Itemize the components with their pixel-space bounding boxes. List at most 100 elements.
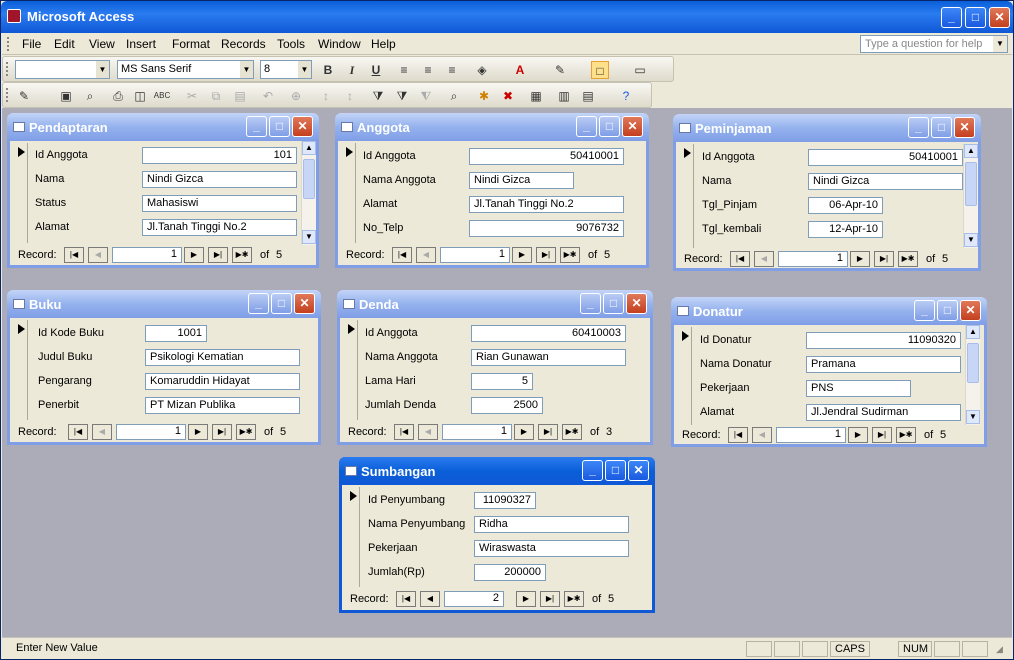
font-size-combo[interactable]: 8 ▼ [260,60,312,79]
menu-format[interactable]: Format [172,37,210,51]
chevron-down-icon[interactable]: ▼ [96,61,109,78]
last-record-button[interactable]: ▶| [872,427,892,443]
alamat-field[interactable]: Jl.Tanah Tinggi No.2 [142,219,297,236]
fill-color-icon[interactable]: ◈ [473,61,491,79]
line-width-icon[interactable]: ▭ [631,61,649,79]
last-record-button[interactable]: ▶| [874,251,894,267]
maximize-button[interactable]: □ [937,300,958,321]
delete-record-icon[interactable]: ✖ [499,87,517,105]
first-record-button[interactable]: |◀ [68,424,88,440]
id-anggota-field[interactable]: 50410001 [808,149,963,166]
menu-tools[interactable]: Tools [277,37,305,51]
menu-edit[interactable]: Edit [54,37,75,51]
minimize-button[interactable]: _ [580,293,601,314]
font-color-icon[interactable]: A [511,61,529,79]
record-selector[interactable] [682,144,694,248]
previous-record-button[interactable]: ◀ [752,427,772,443]
menu-view[interactable]: View [89,37,115,51]
next-record-button[interactable]: ▶ [848,427,868,443]
last-record-button[interactable]: ▶| [208,247,228,263]
scroll-thumb[interactable] [967,343,979,383]
design-view-icon[interactable]: ✎ [15,87,33,105]
menu-help[interactable]: Help [371,37,396,51]
scroll-down-icon[interactable]: ▼ [966,410,980,424]
minimize-button[interactable]: _ [914,300,935,321]
close-button[interactable]: ✕ [989,7,1010,28]
minimize-button[interactable]: _ [582,460,603,481]
first-record-button[interactable]: |◀ [394,424,414,440]
bold-icon[interactable]: B [319,61,337,79]
first-record-button[interactable]: |◀ [392,247,412,263]
align-right-icon[interactable]: ≡ [443,61,461,79]
maximize-button[interactable]: □ [603,293,624,314]
sort-descending-icon[interactable]: ↕ [341,87,359,105]
maximize-button[interactable]: □ [271,293,292,314]
maximize-button[interactable]: □ [599,116,620,137]
last-record-button[interactable]: ▶| [540,591,560,607]
previous-record-button[interactable]: ◀ [88,247,108,263]
scroll-up-icon[interactable]: ▲ [966,325,980,339]
pekerjaan-field[interactable]: Wiraswasta [474,540,629,557]
jumlah-rp-field[interactable]: 200000 [474,564,546,581]
pengarang-field[interactable]: Komaruddin Hidayat [145,373,300,390]
previous-record-button[interactable]: ◀ [418,424,438,440]
next-record-button[interactable]: ▶ [850,251,870,267]
previous-record-button[interactable]: ◀ [92,424,112,440]
record-selector[interactable] [680,327,692,425]
nama-penyumbang-field[interactable]: Ridha [474,516,629,533]
next-record-button[interactable]: ▶ [514,424,534,440]
close-button[interactable]: ✕ [294,293,315,314]
print-preview-icon[interactable]: ◫ [131,87,149,105]
scroll-up-icon[interactable]: ▲ [302,141,316,155]
sort-ascending-icon[interactable]: ↕ [317,87,335,105]
find-icon[interactable]: ⌕ [445,87,463,105]
special-effect-icon[interactable]: □ [591,61,609,79]
close-button[interactable]: ✕ [628,460,649,481]
tgl-kembali-field[interactable]: 12-Apr-10 [808,221,883,238]
alamat-field[interactable]: Jl.Jendral Sudirman [806,404,961,421]
nama-field[interactable]: Nindi Gizca [142,171,297,188]
undo-icon[interactable]: ↶ [259,87,277,105]
id-anggota-field[interactable]: 60410003 [471,325,626,342]
object-combo[interactable]: ▼ [15,60,110,79]
new-record-button[interactable]: ▶✱ [232,247,252,263]
resize-grip-icon[interactable]: ◢ [996,644,1003,655]
minimize-button[interactable]: _ [248,293,269,314]
new-record-button[interactable]: ▶✱ [896,427,916,443]
first-record-button[interactable]: |◀ [728,427,748,443]
vertical-scrollbar[interactable]: ▲ ▼ [963,144,978,248]
maximize-button[interactable]: □ [605,460,626,481]
last-record-button[interactable]: ▶| [538,424,558,440]
minimize-button[interactable]: _ [941,7,962,28]
no-telp-field[interactable]: 9076732 [469,220,624,237]
record-selector[interactable] [346,320,358,420]
id-penyumbang-field[interactable]: 11090327 [474,492,536,509]
next-record-button[interactable]: ▶ [512,247,532,263]
nama-donatur-field[interactable]: Pramana [806,356,961,373]
italic-icon[interactable]: I [343,61,361,79]
next-record-button[interactable]: ▶ [184,247,204,263]
previous-record-button[interactable]: ◀ [754,251,774,267]
jumlah-denda-field[interactable]: 2500 [471,397,543,414]
close-button[interactable]: ✕ [626,293,647,314]
id-anggota-field[interactable]: 101 [142,147,297,164]
database-window-icon[interactable]: ▥ [555,87,573,105]
font-combo[interactable]: MS Sans Serif ▼ [117,60,254,79]
apply-filter-icon[interactable]: ⧨ [417,87,435,105]
record-number-input[interactable]: 1 [112,247,182,263]
help-icon[interactable]: ? [617,87,635,105]
scroll-down-icon[interactable]: ▼ [302,230,316,244]
filter-form-icon[interactable]: ⧩ [393,87,411,105]
id-donatur-field[interactable]: 11090320 [806,332,961,349]
status-field[interactable]: Mahasiswi [142,195,297,212]
first-record-button[interactable]: |◀ [730,251,750,267]
chevron-down-icon[interactable]: ▼ [240,61,253,78]
id-anggota-field[interactable]: 50410001 [469,148,624,165]
minimize-button[interactable]: _ [908,117,929,138]
record-number-input[interactable]: 1 [776,427,846,443]
tgl-pinjam-field[interactable]: 06-Apr-10 [808,197,883,214]
first-record-button[interactable]: |◀ [64,247,84,263]
maximize-button[interactable]: □ [269,116,290,137]
maximize-button[interactable]: □ [965,7,986,28]
close-button[interactable]: ✕ [292,116,313,137]
